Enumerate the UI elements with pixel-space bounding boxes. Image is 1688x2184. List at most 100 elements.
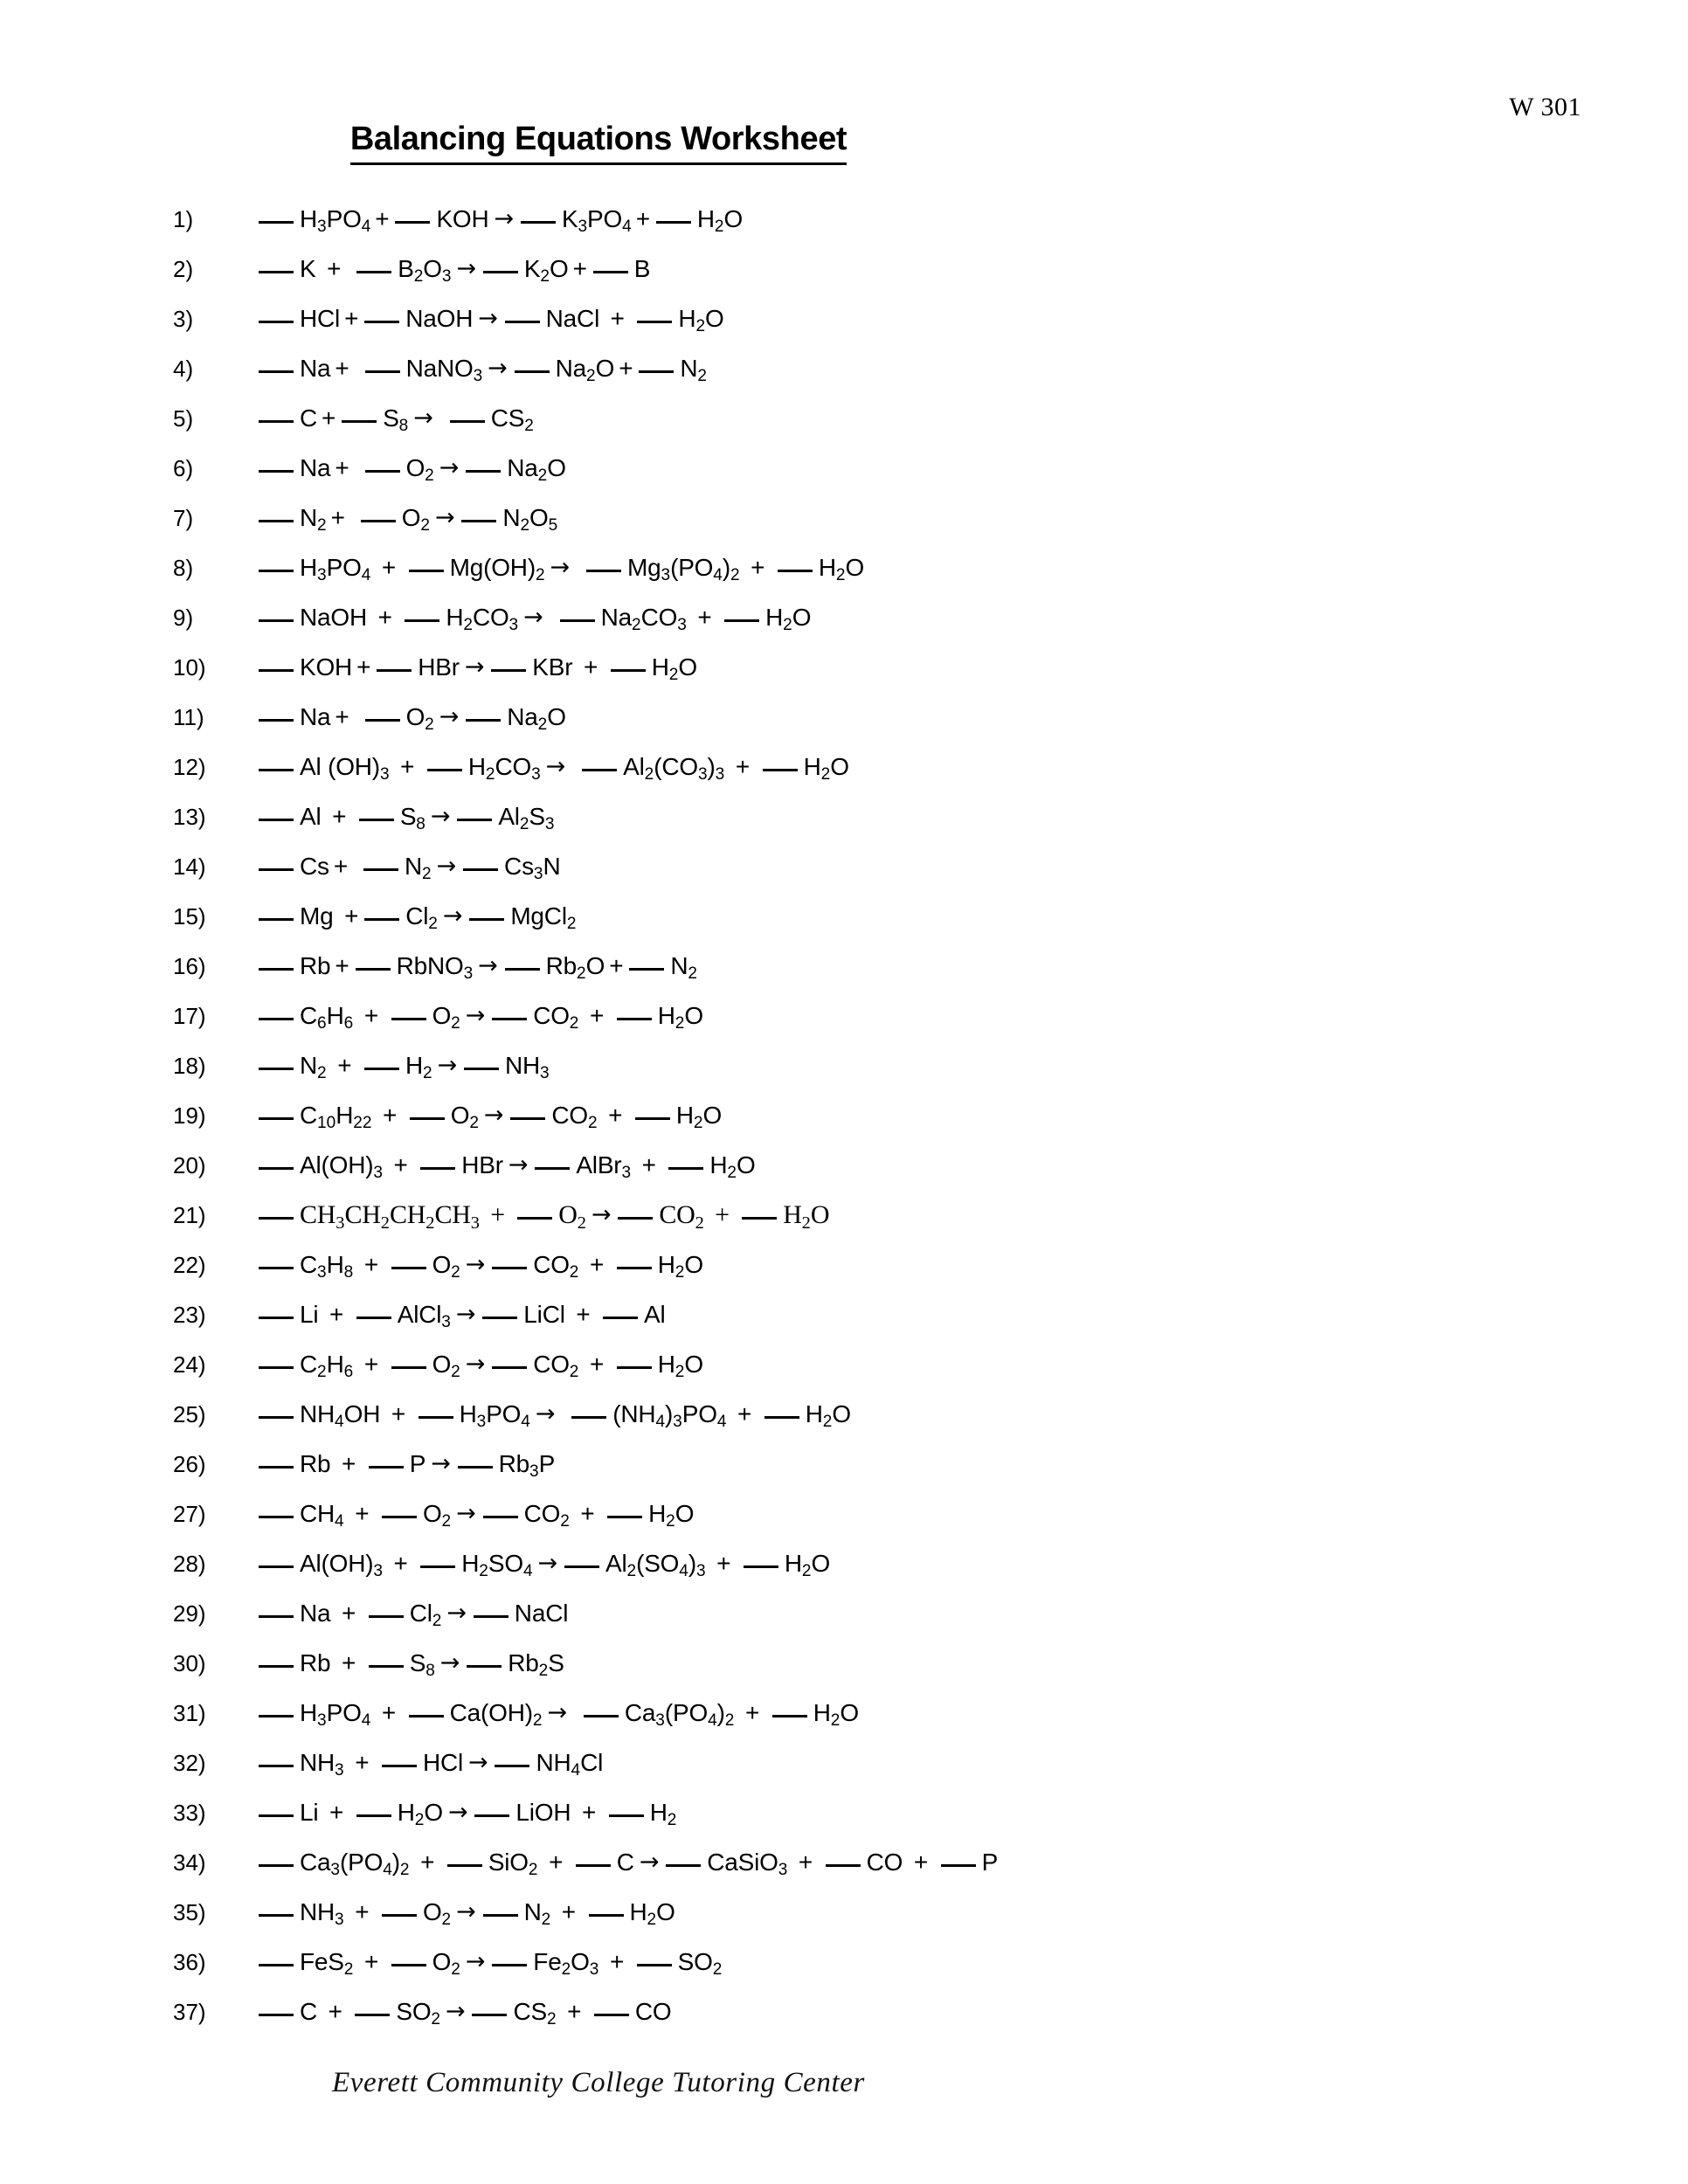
equation-expression[interactable]: HCl + NaOH → NaCl + H2O	[257, 294, 724, 347]
coefficient-blank[interactable]	[466, 470, 502, 473]
coefficient-blank[interactable]	[259, 1018, 294, 1020]
equation-expression[interactable]: C10H22 + O2 → CO2 + H2O	[257, 1090, 722, 1144]
coefficient-blank[interactable]	[259, 868, 294, 871]
coefficient-blank[interactable]	[517, 1217, 553, 1220]
coefficient-blank[interactable]	[259, 669, 294, 672]
coefficient-blank[interactable]	[259, 1267, 294, 1269]
coefficient-blank[interactable]	[391, 1018, 426, 1020]
coefficient-blank[interactable]	[743, 1565, 778, 1568]
equation-expression[interactable]: Ca3(PO4)2 + SiO2 + C → CaSiO3 + CO + P	[257, 1837, 998, 1890]
coefficient-blank[interactable]	[504, 321, 540, 323]
coefficient-blank[interactable]	[616, 1366, 652, 1369]
coefficient-blank[interactable]	[360, 520, 396, 522]
coefficient-blank[interactable]	[585, 570, 621, 572]
coefficient-blank[interactable]	[495, 1765, 530, 1767]
equation-expression[interactable]: Na + O2 → Na2O	[257, 692, 566, 745]
coefficient-blank[interactable]	[777, 570, 813, 572]
coefficient-blank[interactable]	[634, 1117, 670, 1120]
coefficient-blank[interactable]	[368, 1466, 404, 1469]
coefficient-blank[interactable]	[356, 1814, 391, 1817]
coefficient-blank[interactable]	[668, 1167, 704, 1170]
coefficient-blank[interactable]	[582, 769, 618, 771]
equation-expression[interactable]: C + S8 → CS2	[257, 393, 534, 446]
coefficient-blank[interactable]	[607, 1516, 643, 1518]
equation-expression[interactable]: Rb + RbNO3 → Rb2O + N2	[257, 941, 697, 994]
coefficient-blank[interactable]	[588, 1914, 624, 1917]
equation-expression[interactable]: Al(OH)3 + HBr → AlBr3 + H2O	[257, 1140, 756, 1193]
equation-expression[interactable]: N2 + O2 → N2O5	[257, 493, 557, 546]
equation-expression[interactable]: NH4OH + H3PO4 → (NH4)3PO4 + H2O	[257, 1389, 851, 1442]
coefficient-blank[interactable]	[825, 1864, 861, 1867]
coefficient-blank[interactable]	[259, 1068, 294, 1070]
coefficient-blank[interactable]	[381, 1516, 417, 1518]
coefficient-blank[interactable]	[364, 370, 400, 373]
coefficient-blank[interactable]	[446, 1864, 482, 1867]
coefficient-blank[interactable]	[472, 2014, 508, 2016]
coefficient-blank[interactable]	[391, 1366, 426, 1369]
coefficient-blank[interactable]	[364, 918, 400, 921]
coefficient-blank[interactable]	[514, 370, 550, 373]
coefficient-blank[interactable]	[259, 719, 294, 722]
coefficient-blank[interactable]	[259, 1117, 294, 1120]
equation-expression[interactable]: H3PO4 + Ca(OH)2 → Ca3(PO4)2 + H2O	[257, 1688, 859, 1741]
coefficient-blank[interactable]	[259, 1466, 294, 1469]
coefficient-blank[interactable]	[559, 619, 595, 622]
coefficient-blank[interactable]	[449, 420, 485, 423]
coefficient-blank[interactable]	[259, 1914, 294, 1917]
equation-expression[interactable]: Al(OH)3 + H2SO4 → Al2(SO4)3 + H2O	[257, 1538, 830, 1592]
coefficient-blank[interactable]	[259, 271, 294, 273]
equation-expression[interactable]: NH3 + HCl → NH4Cl	[257, 1738, 603, 1791]
equation-expression[interactable]: C3H8 + O2 → CO2 + H2O	[257, 1240, 703, 1293]
coefficient-blank[interactable]	[408, 1715, 444, 1717]
coefficient-blank[interactable]	[364, 321, 400, 323]
coefficient-blank[interactable]	[482, 1317, 518, 1319]
coefficient-blank[interactable]	[655, 221, 691, 224]
coefficient-blank[interactable]	[259, 1366, 294, 1369]
coefficient-blank[interactable]	[358, 819, 394, 821]
coefficient-blank[interactable]	[520, 221, 556, 224]
coefficient-blank[interactable]	[342, 420, 377, 423]
coefficient-blank[interactable]	[259, 769, 294, 771]
coefficient-blank[interactable]	[259, 1615, 294, 1618]
equation-expression[interactable]: FeS2 + O2 → Fe2O3 + SO2	[257, 1937, 722, 1990]
coefficient-blank[interactable]	[356, 271, 392, 273]
coefficient-blank[interactable]	[418, 1416, 453, 1419]
coefficient-blank[interactable]	[469, 918, 505, 921]
equation-expression[interactable]: CH4 + O2 → CO2 + H2O	[257, 1489, 695, 1542]
coefficient-blank[interactable]	[259, 1416, 294, 1419]
equation-expression[interactable]: Na + NaNO3 → Na2O + N2	[257, 343, 707, 397]
coefficient-blank[interactable]	[466, 719, 502, 722]
coefficient-blank[interactable]	[259, 1516, 294, 1518]
coefficient-blank[interactable]	[259, 221, 294, 224]
equation-expression[interactable]: Li + H2O → LiOH + H2	[257, 1787, 676, 1841]
coefficient-blank[interactable]	[259, 470, 294, 473]
coefficient-blank[interactable]	[364, 470, 400, 473]
coefficient-blank[interactable]	[420, 1167, 456, 1170]
equation-expression[interactable]: C2H6 + O2 → CO2 + H2O	[257, 1339, 703, 1393]
coefficient-blank[interactable]	[409, 1117, 445, 1120]
coefficient-blank[interactable]	[616, 1267, 652, 1269]
coefficient-blank[interactable]	[482, 1914, 518, 1917]
coefficient-blank[interactable]	[259, 619, 294, 622]
equation-expression[interactable]: C6H6 + O2 → CO2 + H2O	[257, 991, 703, 1044]
equation-expression[interactable]: H3PO4 + KOH → K3PO4 + H2O	[257, 194, 743, 247]
coefficient-blank[interactable]	[259, 1665, 294, 1668]
coefficient-blank[interactable]	[377, 669, 412, 672]
coefficient-blank[interactable]	[259, 2014, 294, 2016]
coefficient-blank[interactable]	[482, 271, 518, 273]
coefficient-blank[interactable]	[259, 321, 294, 323]
equation-expression[interactable]: K + B2O3 → K2O + B	[257, 244, 650, 297]
coefficient-blank[interactable]	[461, 520, 497, 522]
coefficient-blank[interactable]	[504, 968, 540, 971]
coefficient-blank[interactable]	[259, 918, 294, 921]
coefficient-blank[interactable]	[259, 370, 294, 373]
coefficient-blank[interactable]	[724, 619, 760, 622]
coefficient-blank[interactable]	[259, 1964, 294, 1966]
coefficient-blank[interactable]	[583, 1715, 619, 1717]
coefficient-blank[interactable]	[259, 1565, 294, 1568]
equation-expression[interactable]: Mg + Cl2 → MgCl2	[257, 891, 576, 944]
coefficient-blank[interactable]	[381, 1765, 417, 1767]
coefficient-blank[interactable]	[259, 968, 294, 971]
coefficient-blank[interactable]	[364, 719, 400, 722]
coefficient-blank[interactable]	[463, 868, 499, 871]
